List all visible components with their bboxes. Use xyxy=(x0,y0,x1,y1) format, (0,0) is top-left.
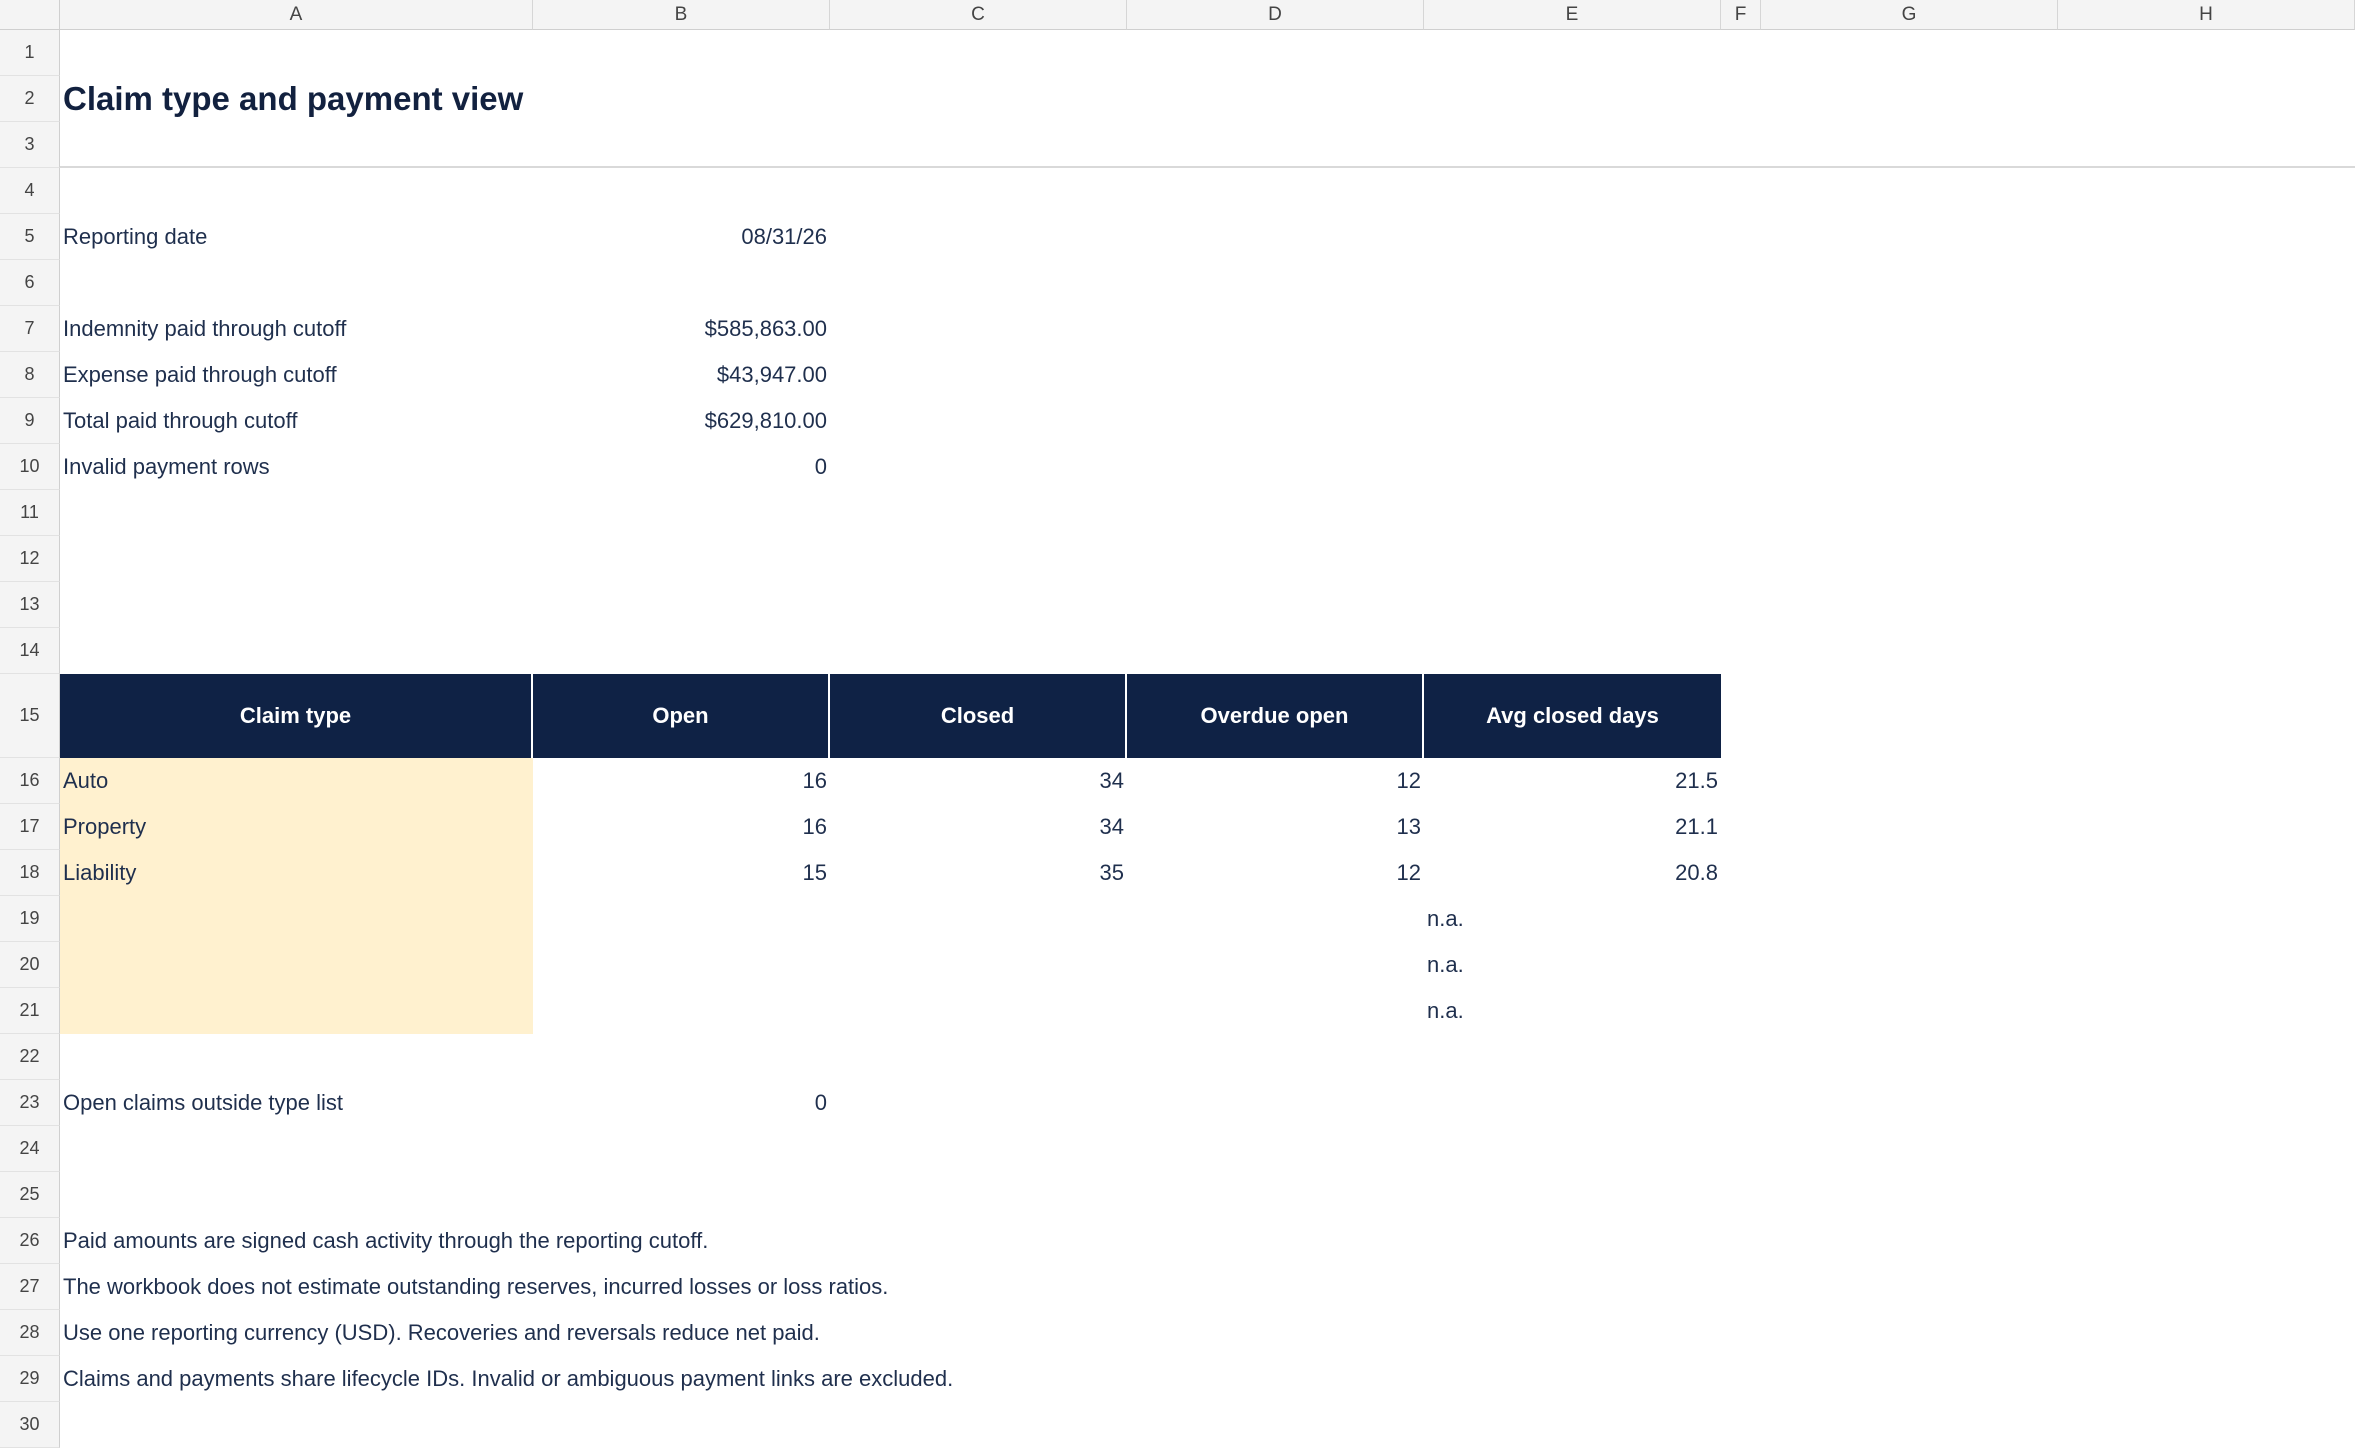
table-cell-closed[interactable]: 34 xyxy=(830,758,1127,804)
outside-type-label[interactable]: Open claims outside type list xyxy=(60,1080,533,1126)
summary-value[interactable]: $629,810.00 xyxy=(533,398,830,444)
summary-value[interactable]: 0 xyxy=(533,444,830,490)
table-cell-claim-type[interactable]: Liability xyxy=(60,850,533,896)
column-header-h[interactable]: H xyxy=(2058,0,2355,30)
row-header[interactable]: 24 xyxy=(0,1126,60,1172)
table-cell-overdue[interactable]: 12 xyxy=(1127,758,1424,804)
row-header[interactable]: 9 xyxy=(0,398,60,444)
row-header[interactable]: 7 xyxy=(0,306,60,352)
table-cell-avg[interactable]: 20.8 xyxy=(1424,850,1721,896)
table-header-claim-type[interactable]: Claim type xyxy=(60,674,533,758)
row-header[interactable]: 20 xyxy=(0,942,60,988)
table-cell-claim-type[interactable] xyxy=(60,988,533,1034)
row-header[interactable]: 12 xyxy=(0,536,60,582)
summary-label[interactable]: Expense paid through cutoff xyxy=(60,352,533,398)
column-header-a[interactable]: A xyxy=(60,0,533,30)
column-header-d[interactable]: D xyxy=(1127,0,1424,30)
row-header[interactable]: 18 xyxy=(0,850,60,896)
row-header[interactable]: 1 xyxy=(0,30,60,76)
row-header[interactable]: 3 xyxy=(0,122,60,168)
table-header-open[interactable]: Open xyxy=(533,674,830,758)
column-header-e[interactable]: E xyxy=(1424,0,1721,30)
table-header-closed[interactable]: Closed xyxy=(830,674,1127,758)
table-header-overdue-open[interactable]: Overdue open xyxy=(1127,674,1424,758)
note[interactable]: The workbook does not estimate outstandi… xyxy=(60,1264,1460,1310)
row-header[interactable]: 11 xyxy=(0,490,60,536)
table-cell-avg[interactable]: 21.5 xyxy=(1424,758,1721,804)
row-header[interactable]: 15 xyxy=(0,674,60,758)
row-header[interactable]: 30 xyxy=(0,1402,60,1448)
row-header[interactable]: 29 xyxy=(0,1356,60,1402)
row-header[interactable]: 26 xyxy=(0,1218,60,1264)
spreadsheet-grid: A B C D E F G H 1 2 3 4 5 6 7 8 9 10 11 … xyxy=(0,0,2355,1448)
table-cell-claim-type[interactable]: Property xyxy=(60,804,533,850)
table-cell-open[interactable]: 16 xyxy=(533,758,830,804)
table-cell-claim-type[interactable] xyxy=(60,896,533,942)
column-header-c[interactable]: C xyxy=(830,0,1127,30)
column-header-f[interactable]: F xyxy=(1721,0,1761,30)
table-cell-open[interactable]: 15 xyxy=(533,850,830,896)
row-header[interactable]: 10 xyxy=(0,444,60,490)
reporting-date-value[interactable]: 08/31/26 xyxy=(533,214,830,260)
title-divider xyxy=(60,166,2355,168)
note[interactable]: Claims and payments share lifecycle IDs.… xyxy=(60,1356,1460,1402)
row-header[interactable]: 5 xyxy=(0,214,60,260)
note[interactable]: Use one reporting currency (USD). Recove… xyxy=(60,1310,1460,1356)
summary-value[interactable]: $585,863.00 xyxy=(533,306,830,352)
row-header[interactable]: 13 xyxy=(0,582,60,628)
outside-type-value[interactable]: 0 xyxy=(533,1080,830,1126)
row-header[interactable]: 6 xyxy=(0,260,60,306)
row-header[interactable]: 25 xyxy=(0,1172,60,1218)
summary-label[interactable]: Indemnity paid through cutoff xyxy=(60,306,533,352)
table-cell-avg[interactable]: n.a. xyxy=(1424,942,1721,988)
table-cell-closed[interactable]: 34 xyxy=(830,804,1127,850)
table-cell-closed[interactable]: 35 xyxy=(830,850,1127,896)
row-header[interactable]: 4 xyxy=(0,168,60,214)
row-header[interactable]: 17 xyxy=(0,804,60,850)
column-header-g[interactable]: G xyxy=(1761,0,2058,30)
row-header[interactable]: 23 xyxy=(0,1080,60,1126)
table-cell-claim-type[interactable] xyxy=(60,942,533,988)
summary-value[interactable]: $43,947.00 xyxy=(533,352,830,398)
table-cell-avg[interactable]: n.a. xyxy=(1424,896,1721,942)
row-header[interactable]: 16 xyxy=(0,758,60,804)
select-all-corner[interactable] xyxy=(0,0,60,30)
column-header-b[interactable]: B xyxy=(533,0,830,30)
table-cell-open[interactable]: 16 xyxy=(533,804,830,850)
table-header-avg-closed-days[interactable]: Avg closed days xyxy=(1424,674,1721,758)
row-header[interactable]: 8 xyxy=(0,352,60,398)
table-cell-claim-type[interactable]: Auto xyxy=(60,758,533,804)
page-title[interactable]: Claim type and payment view xyxy=(60,76,960,122)
table-cell-overdue[interactable]: 12 xyxy=(1127,850,1424,896)
table-cell-overdue[interactable]: 13 xyxy=(1127,804,1424,850)
table-cell-avg[interactable]: n.a. xyxy=(1424,988,1721,1034)
row-header[interactable]: 14 xyxy=(0,628,60,674)
note[interactable]: Paid amounts are signed cash activity th… xyxy=(60,1218,1460,1264)
row-header[interactable]: 22 xyxy=(0,1034,60,1080)
row-header[interactable]: 2 xyxy=(0,76,60,122)
reporting-date-label[interactable]: Reporting date xyxy=(60,214,533,260)
row-header[interactable]: 28 xyxy=(0,1310,60,1356)
summary-label[interactable]: Invalid payment rows xyxy=(60,444,533,490)
row-header[interactable]: 27 xyxy=(0,1264,60,1310)
table-cell-avg[interactable]: 21.1 xyxy=(1424,804,1721,850)
row-header[interactable]: 21 xyxy=(0,988,60,1034)
summary-label[interactable]: Total paid through cutoff xyxy=(60,398,533,444)
row-header[interactable]: 19 xyxy=(0,896,60,942)
